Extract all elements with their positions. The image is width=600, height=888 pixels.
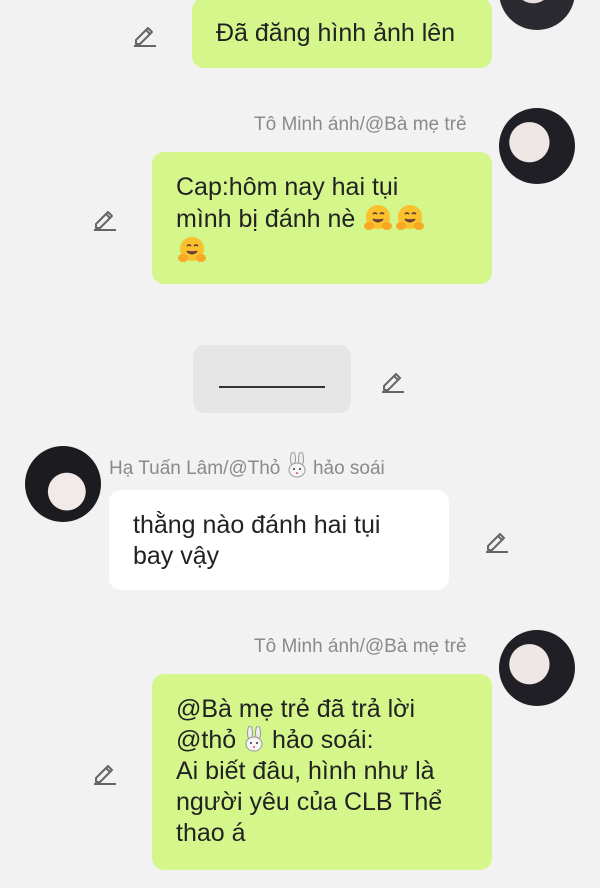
message-bubble[interactable]: Cap:hôm nay hai tụi mình bị đánh nè [152,152,492,284]
message-bubble[interactable]: thằng nào đánh hai tụi bay vậy [109,490,449,590]
sender-name: Tô Minh ánh/@Bà mẹ trẻ [254,636,467,657]
message-text: thằng nào đánh hai tụi bay vậy [133,511,381,570]
reply-header: @Bà mẹ trẻ đã trả lời [176,695,416,723]
avatar[interactable] [499,630,575,706]
avatar[interactable] [499,108,575,184]
sender-name: Hạ Tuấn Lâm/@Thỏ hảo soái [109,452,385,480]
edit-pencil-icon[interactable] [482,526,510,554]
rabbit-emoji [286,452,308,478]
message-bubble[interactable]: Đã đăng hình ảnh lên [192,0,492,68]
hugging-face-emoji [363,203,393,233]
avatar[interactable] [25,446,101,522]
edit-pencil-icon[interactable] [378,366,406,394]
rabbit-emoji [243,726,265,752]
message-text: Đã đăng hình ảnh lên [216,19,456,47]
message-text: Ai biết đâu, hình như là người yêu của C… [176,757,443,847]
hugging-face-emoji [177,235,207,265]
underscore-line [219,386,325,388]
edit-pencil-icon[interactable] [90,758,118,786]
sender-name: Tô Minh ánh/@Bà mẹ trẻ [254,114,467,135]
edit-pencil-icon[interactable] [130,20,158,48]
hugging-face-emoji [395,203,425,233]
message-bubble[interactable] [193,345,351,413]
message-bubble[interactable]: @Bà mẹ trẻ đã trả lời @thỏ hảo soái: Ai … [152,674,492,870]
edit-pencil-icon[interactable] [90,204,118,232]
reply-target: @thỏ hảo soái: [176,726,374,754]
avatar[interactable] [499,0,575,30]
